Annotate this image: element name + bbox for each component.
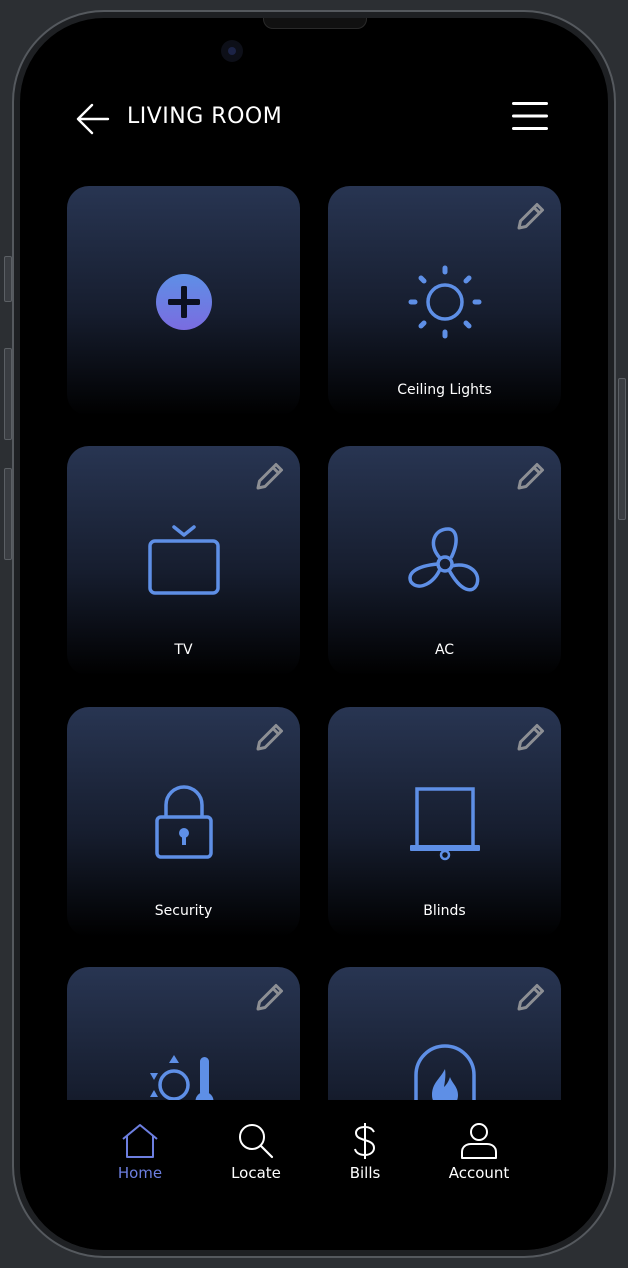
lock-icon xyxy=(154,785,213,859)
pencil-edit-icon[interactable] xyxy=(513,981,547,1015)
nav-home[interactable]: Home xyxy=(95,1122,185,1182)
power-button xyxy=(618,378,626,520)
fan-icon xyxy=(407,527,479,592)
tile-label: Security xyxy=(154,903,213,919)
pencil-edit-icon[interactable] xyxy=(513,200,547,234)
bottom-navigation: Home Locate Bills Account xyxy=(20,1100,608,1250)
front-camera xyxy=(221,40,243,62)
ac-tile[interactable]: AC xyxy=(328,446,561,676)
nav-account[interactable]: Account xyxy=(434,1122,524,1182)
hamburger-menu-icon[interactable] xyxy=(510,99,550,133)
tv-tile[interactable]: TV xyxy=(67,446,300,676)
pencil-edit-icon[interactable] xyxy=(252,460,286,494)
tile-label: Blinds xyxy=(423,903,466,919)
page-title: LIVING ROOM xyxy=(127,104,283,129)
climate-tile[interactable] xyxy=(67,967,300,1100)
nav-label: Account xyxy=(448,1164,510,1182)
sun-icon xyxy=(408,265,481,339)
add-icon xyxy=(155,274,212,330)
tile-label: AC xyxy=(434,642,455,658)
search-icon xyxy=(239,1124,274,1159)
header: LIVING ROOM xyxy=(20,94,608,144)
fireplace-tile[interactable] xyxy=(328,967,561,1100)
tile-label: Ceiling Lights xyxy=(397,382,492,398)
home-icon xyxy=(122,1124,158,1158)
dollar-icon xyxy=(354,1123,376,1159)
tv-icon xyxy=(147,525,220,595)
volume-up-button xyxy=(4,348,12,440)
nav-label: Home xyxy=(117,1164,163,1182)
blinds-icon xyxy=(409,787,480,861)
add-device-tile[interactable] xyxy=(67,186,300,416)
pencil-edit-icon[interactable] xyxy=(252,721,286,755)
pencil-edit-icon[interactable] xyxy=(252,981,286,1015)
user-icon xyxy=(461,1123,497,1159)
pencil-edit-icon[interactable] xyxy=(513,460,547,494)
volume-down-button xyxy=(4,468,12,560)
nav-locate[interactable]: Locate xyxy=(211,1122,301,1182)
weather-thermometer-icon xyxy=(149,1055,213,1100)
pencil-edit-icon[interactable] xyxy=(513,721,547,755)
fireplace-icon xyxy=(413,1044,476,1100)
blinds-tile[interactable]: Blinds xyxy=(328,707,561,937)
mute-switch xyxy=(4,256,12,302)
nav-label: Bills xyxy=(349,1164,381,1182)
back-arrow-icon[interactable] xyxy=(76,102,110,136)
notch xyxy=(263,18,367,29)
device-grid: Ceiling Lights TV AC Security Blinds xyxy=(67,186,561,1100)
nav-bills[interactable]: Bills xyxy=(320,1122,410,1182)
screen: LIVING ROOM Ceiling Lights TV AC Securit… xyxy=(20,18,608,1250)
ceiling-lights-tile[interactable]: Ceiling Lights xyxy=(328,186,561,416)
nav-label: Locate xyxy=(231,1164,281,1182)
tile-label: TV xyxy=(174,642,193,658)
security-tile[interactable]: Security xyxy=(67,707,300,937)
